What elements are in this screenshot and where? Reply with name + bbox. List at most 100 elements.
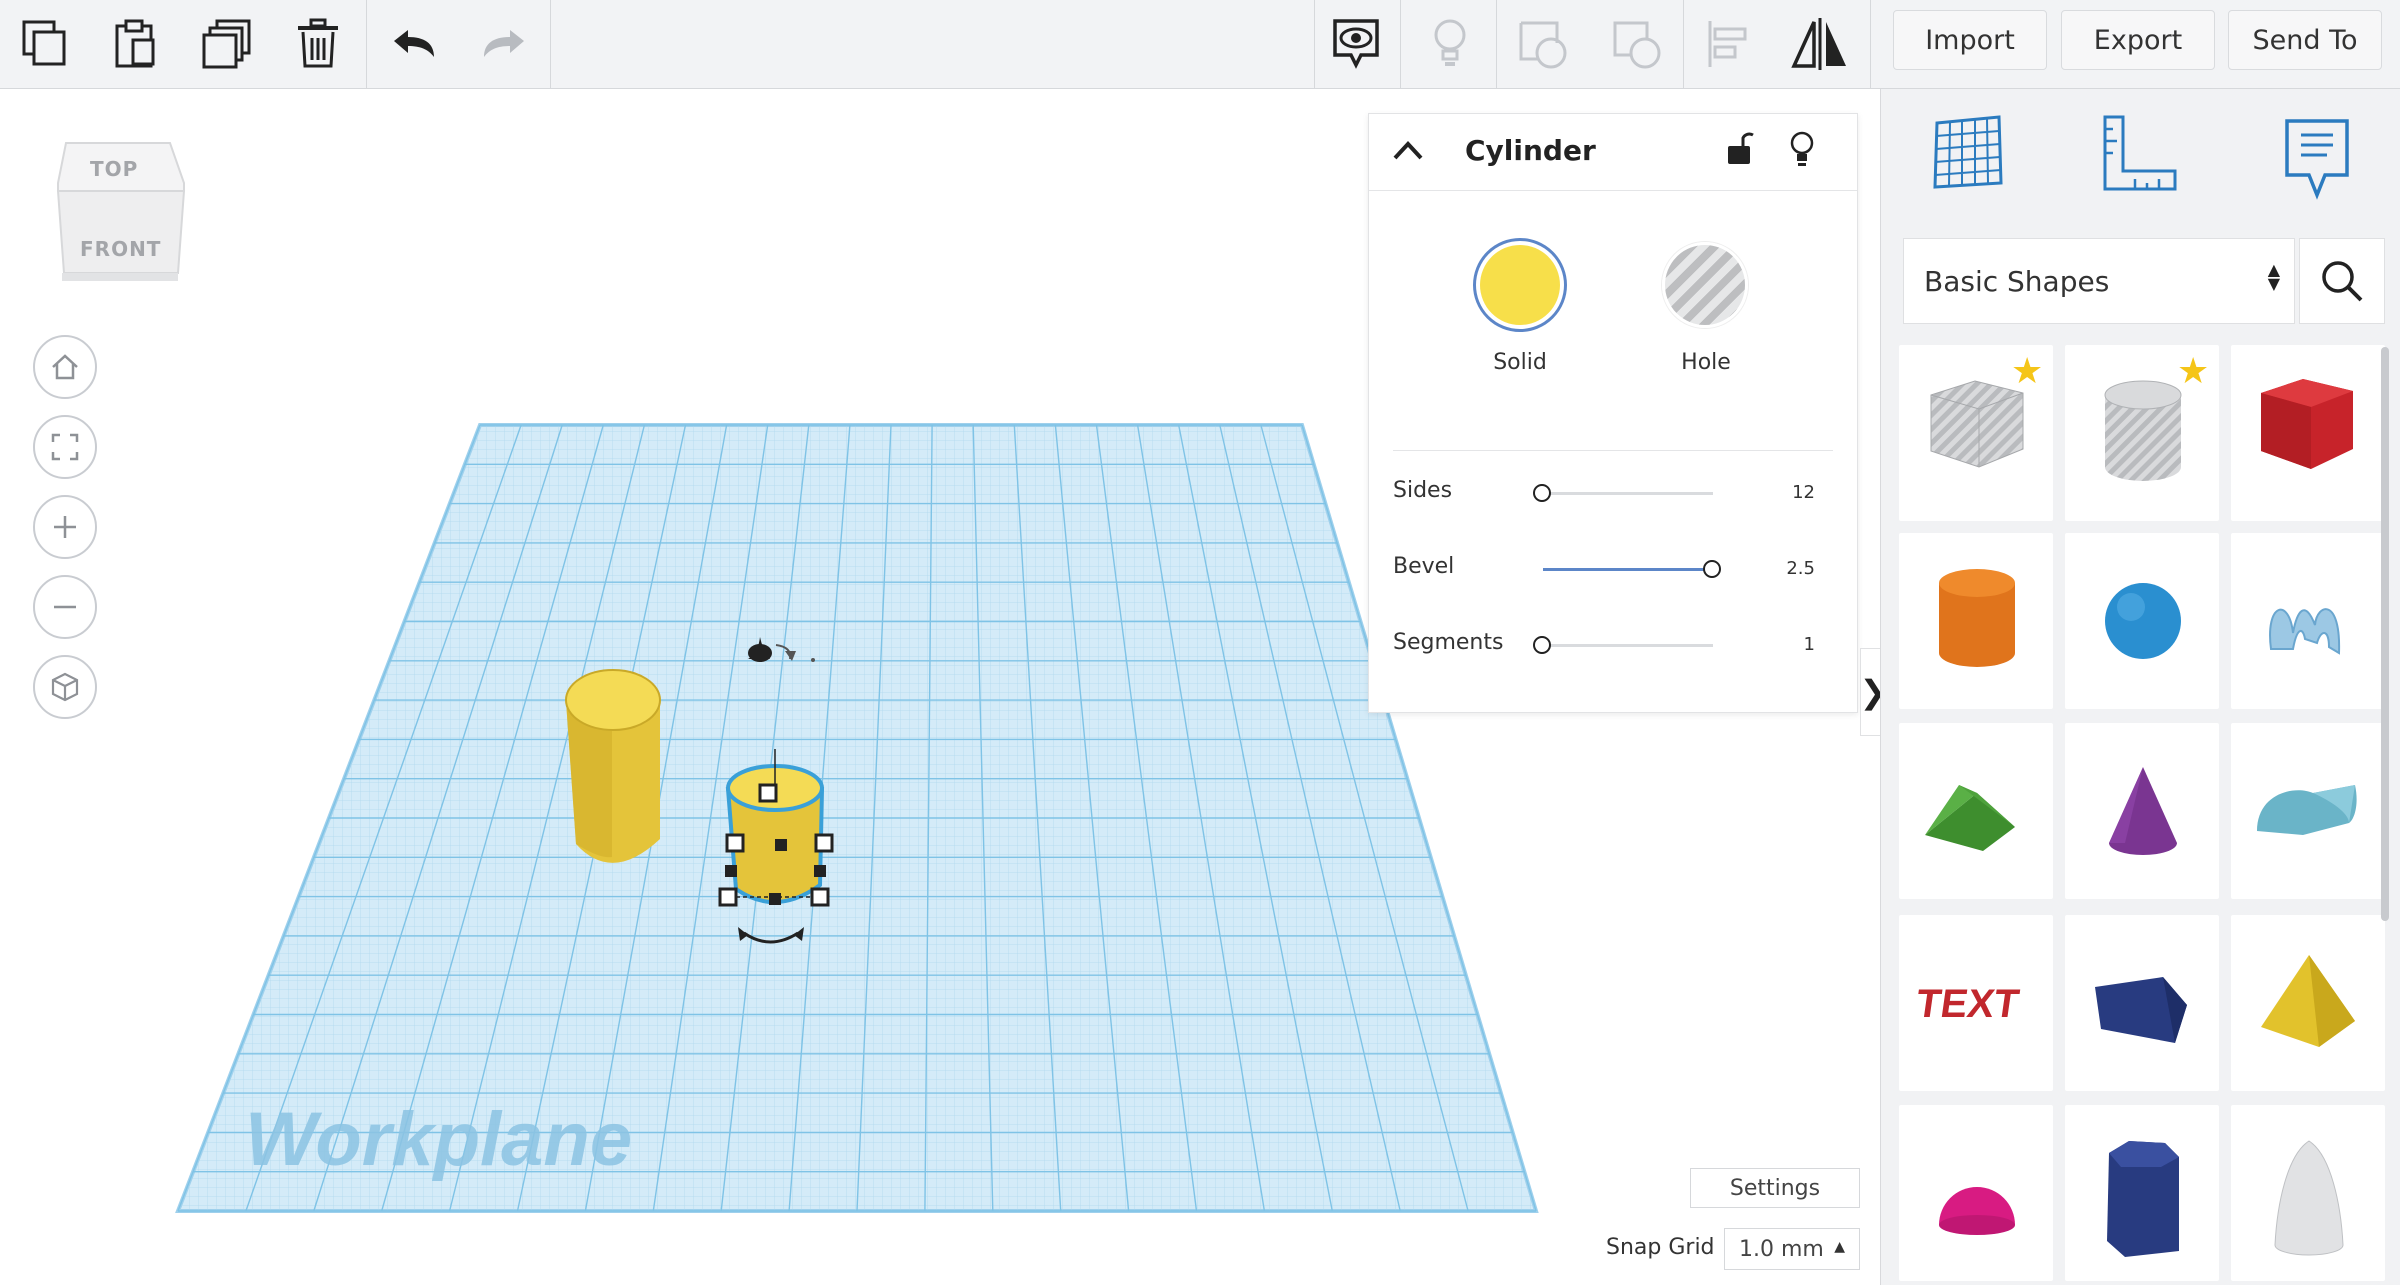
slider-track-sides[interactable] — [1543, 492, 1713, 495]
align-button[interactable] — [1700, 14, 1760, 74]
zoom-out-button[interactable] — [33, 575, 97, 639]
copy-icon — [22, 20, 66, 66]
shapes-panel: Basic Shapes ▲ ▼ ★ ★ TEXT — [1880, 89, 2400, 1285]
unlock-icon[interactable] — [1725, 130, 1755, 170]
fit-view-button[interactable] — [33, 415, 97, 479]
slider-value-sides: 12 — [1792, 482, 1815, 503]
settings-button[interactable]: Settings — [1690, 1168, 1860, 1208]
slider-value-segments: 1 — [1803, 634, 1815, 655]
perspective-button[interactable] — [33, 655, 97, 719]
collapse-chevron-icon[interactable] — [1391, 138, 1425, 162]
favorite-star-icon: ★ — [2011, 351, 2044, 392]
eye-speech-icon — [1333, 19, 1379, 69]
solid-label: Solid — [1493, 350, 1547, 375]
duplicate-icon — [202, 19, 251, 69]
paste-icon — [115, 19, 155, 68]
shape-tile-roof[interactable] — [1899, 723, 2053, 899]
shape-tile-round-roof[interactable] — [2231, 723, 2385, 899]
home-view-button[interactable] — [33, 335, 97, 399]
shape-tile-half-sphere[interactable] — [1899, 1105, 2053, 1281]
redo-icon — [484, 30, 524, 57]
shape-inspector: Cylinder Solid Hole Sides 12 Bevel 2.5 Segme… — [1368, 113, 1858, 713]
hole-option[interactable] — [1662, 242, 1748, 328]
inspector-header: Cylinder — [1369, 114, 1857, 191]
library-select[interactable]: Basic Shapes ▲ ▼ — [1903, 238, 2295, 324]
shape-tile-box[interactable] — [2231, 345, 2385, 521]
top-toolbar: Import Export Send To — [0, 0, 2400, 89]
mirror-button[interactable] — [1790, 14, 1850, 74]
zoom-out-icon — [54, 605, 76, 609]
perspective-icon — [51, 672, 79, 702]
shape-tile-pyramid[interactable] — [2231, 915, 2385, 1091]
solid-option[interactable] — [1473, 238, 1567, 332]
ruler-icon[interactable] — [2099, 113, 2179, 193]
hole-label: Hole — [1681, 350, 1731, 375]
view-cube-front-label: FRONT — [80, 237, 162, 261]
caret-up-icon: ▲ — [1834, 1239, 1845, 1255]
select-arrows-icon: ▲ ▼ — [2267, 260, 2280, 293]
paste-button[interactable] — [105, 14, 165, 74]
home-icon — [52, 354, 78, 380]
shape-tile-cylinder-hole[interactable]: ★ — [2065, 345, 2219, 521]
mirror-icon — [1791, 18, 1846, 70]
group-icon — [1519, 21, 1567, 69]
shape-tile-cylinder[interactable] — [1899, 533, 2053, 709]
shape-tile-text[interactable]: TEXT — [1899, 915, 2053, 1091]
export-button[interactable]: Export — [2061, 10, 2215, 70]
shape-tile-paraboloid[interactable] — [2231, 1105, 2385, 1281]
snap-grid-label: Snap Grid — [1606, 1235, 1715, 1260]
shape-tile-box-hole[interactable]: ★ — [1899, 345, 2053, 521]
cylinder-shape[interactable] — [565, 669, 661, 863]
slider-label-segments: Segments — [1393, 630, 1504, 655]
workplane-label: Workplane — [245, 1097, 632, 1182]
trash-icon — [298, 18, 338, 68]
send-to-button[interactable]: Send To — [2228, 10, 2382, 70]
shape-tile-polygon[interactable] — [2065, 1105, 2219, 1281]
search-button[interactable] — [2299, 238, 2385, 324]
shape-tile-scribble[interactable] — [2231, 533, 2385, 709]
divider — [1393, 450, 1833, 451]
slider-value-bevel: 2.5 — [1786, 558, 1815, 579]
view-cube-top-label: TOP — [90, 157, 139, 181]
shape-tile-wedge[interactable] — [2065, 915, 2219, 1091]
selected-cylinder-shape[interactable] — [725, 749, 825, 904]
library-select-value: Basic Shapes — [1924, 264, 2110, 298]
slider-knob-sides[interactable] — [1533, 484, 1551, 502]
snap-grid-select[interactable]: 1.0 mm ▲ — [1724, 1228, 1860, 1270]
shape-tile-cone[interactable] — [2065, 723, 2219, 899]
ungroup-button[interactable] — [1607, 14, 1667, 74]
svg-text:TEXT: TEXT — [1913, 981, 2022, 1026]
copy-button[interactable] — [15, 14, 75, 74]
zoom-in-button[interactable] — [33, 495, 97, 559]
workplane-grid-icon[interactable] — [1929, 113, 2005, 189]
ungroup-icon — [1613, 21, 1661, 69]
undo-icon — [394, 30, 434, 57]
light-bulb-icon[interactable] — [1787, 130, 1817, 170]
slider-label-bevel: Bevel — [1393, 554, 1455, 579]
search-icon — [2322, 261, 2363, 302]
redo-button[interactable] — [474, 14, 534, 74]
align-icon — [1708, 21, 1747, 67]
slider-fill-bevel — [1543, 568, 1713, 571]
lightbulb-icon — [1434, 19, 1466, 66]
slider-knob-segments[interactable] — [1533, 636, 1551, 654]
show-all-button[interactable] — [1326, 14, 1386, 74]
solid-swatch — [1480, 245, 1560, 325]
view-cube[interactable] — [48, 131, 188, 291]
snap-grid-value: 1.0 mm — [1739, 1236, 1824, 1262]
fit-icon — [51, 433, 79, 461]
group-button[interactable] — [1513, 14, 1573, 74]
workplane-grid — [177, 424, 1537, 1212]
duplicate-button[interactable] — [197, 14, 257, 74]
import-button[interactable]: Import — [1893, 10, 2047, 70]
zoom-in-icon — [54, 516, 76, 538]
slider-knob-bevel[interactable] — [1703, 560, 1721, 578]
slider-track-segments[interactable] — [1543, 644, 1713, 647]
hint-button[interactable] — [1420, 14, 1480, 74]
delete-button[interactable] — [288, 14, 348, 74]
undo-button[interactable] — [384, 14, 444, 74]
notes-icon[interactable] — [2281, 117, 2353, 201]
inspector-title: Cylinder — [1465, 134, 1596, 167]
shape-tile-sphere[interactable] — [2065, 533, 2219, 709]
panel-scrollbar[interactable] — [2381, 347, 2389, 921]
